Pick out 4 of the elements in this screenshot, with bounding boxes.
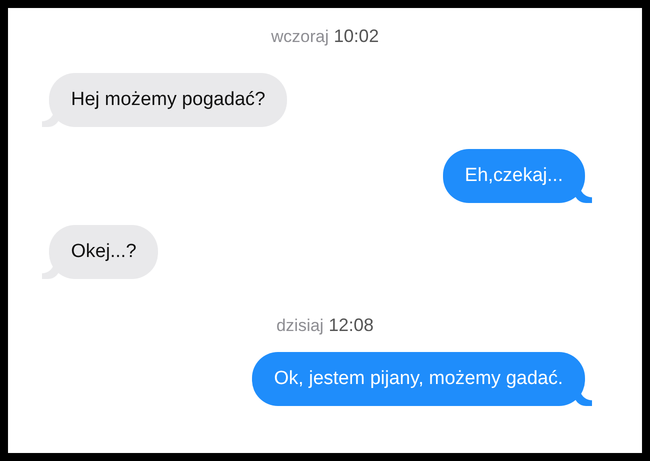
- timestamp-time: 10:02: [334, 26, 379, 47]
- timestamp-day: dzisiaj: [276, 316, 324, 336]
- timestamp-time: 12:08: [328, 315, 374, 336]
- timestamp-day: wczoraj: [271, 27, 329, 47]
